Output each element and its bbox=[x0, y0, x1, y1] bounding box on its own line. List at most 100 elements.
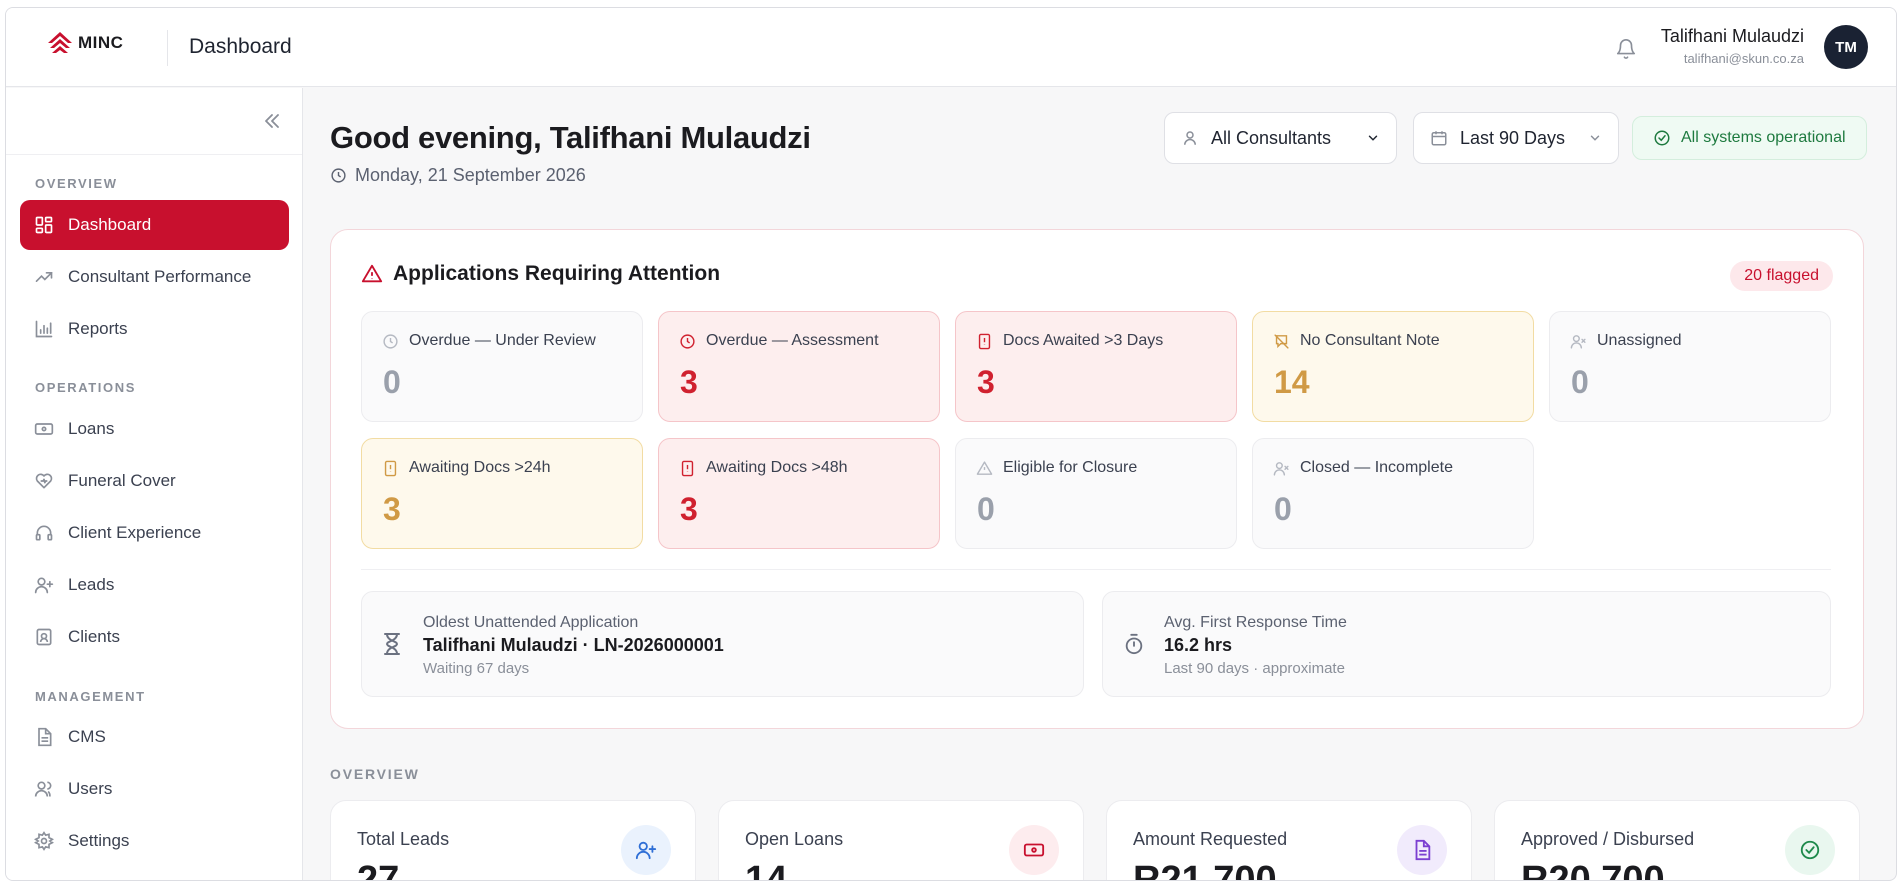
user-menu[interactable]: Talifhani Mulaudzi talifhani@skun.co.za bbox=[1661, 26, 1804, 66]
tile-label-text: Unassigned bbox=[1597, 332, 1682, 349]
file-alert-icon bbox=[681, 460, 694, 476]
stat-value: 14 bbox=[745, 859, 788, 881]
sidebar-item-funeral-cover[interactable]: Funeral Cover bbox=[20, 456, 289, 506]
tile-awaiting-docs-48h[interactable]: Awaiting Docs >48h 3 bbox=[658, 438, 940, 549]
user-x-icon bbox=[1570, 334, 1586, 349]
stat-card-total-leads[interactable]: Total Leads 27 bbox=[330, 800, 696, 881]
stat-card-amount-requested[interactable]: Amount Requested R21 700 bbox=[1106, 800, 1472, 881]
section-label-management: MANAGEMENT bbox=[35, 689, 146, 704]
attention-divider bbox=[361, 569, 1831, 570]
tile-value: 0 bbox=[383, 364, 401, 400]
tile-value: 0 bbox=[1274, 491, 1292, 527]
tile-label: Closed — Incomplete bbox=[1273, 459, 1453, 477]
calendar-icon bbox=[1431, 131, 1447, 146]
check-circle-icon bbox=[1654, 130, 1670, 146]
topbar-divider bbox=[167, 30, 168, 66]
tile-awaiting-docs-24h[interactable]: Awaiting Docs >24h 3 bbox=[361, 438, 643, 549]
response-value: 16.2 hrs bbox=[1164, 635, 1233, 655]
tile-overdue-under-review[interactable]: Overdue — Under Review 0 bbox=[361, 311, 643, 422]
tile-label: Overdue — Under Review bbox=[382, 332, 596, 350]
period-filter-label: Last 90 Days bbox=[1460, 127, 1566, 148]
headset-icon bbox=[35, 525, 53, 541]
sidebar-item-label: Loans bbox=[68, 419, 115, 438]
tile-label-text: Closed — Incomplete bbox=[1300, 459, 1453, 476]
tile-unassigned[interactable]: Unassigned 0 bbox=[1549, 311, 1831, 422]
oldest-unattended-box[interactable]: Oldest Unattended Application Talifhani … bbox=[361, 591, 1084, 697]
oldest-value: Talifhani Mulaudzi · LN-2026000001 bbox=[423, 635, 724, 655]
user-x-icon bbox=[1273, 461, 1289, 476]
file-alert-icon bbox=[384, 460, 397, 476]
tile-label-text: Eligible for Closure bbox=[1003, 459, 1138, 476]
sidebar-item-users[interactable]: Users bbox=[20, 764, 289, 814]
tile-value: 3 bbox=[383, 491, 401, 527]
sidebar-item-cms[interactable]: CMS bbox=[20, 712, 289, 762]
notifications-bell-icon[interactable] bbox=[1611, 34, 1641, 64]
sidebar-item-label: Reports bbox=[68, 319, 128, 338]
user-email: talifhani@skun.co.za bbox=[1683, 51, 1804, 66]
hourglass-icon bbox=[384, 633, 400, 655]
sidebar-item-label: Funeral Cover bbox=[68, 471, 176, 490]
users-icon bbox=[34, 781, 52, 797]
tile-overdue-assessment[interactable]: Overdue — Assessment 3 bbox=[658, 311, 940, 422]
avatar[interactable]: TM bbox=[1824, 25, 1868, 69]
sidebar-item-consultant-performance[interactable]: Consultant Performance bbox=[20, 252, 289, 302]
greeting-heading: Good evening, Talifhani Mulaudzi bbox=[330, 120, 811, 155]
user-icon bbox=[1184, 131, 1196, 145]
first-response-box[interactable]: Avg. First Response Time 16.2 hrs Last 9… bbox=[1102, 591, 1831, 697]
main-content: Good evening, Talifhani Mulaudzi Monday,… bbox=[303, 88, 1896, 880]
consultant-filter-dropdown[interactable]: All Consultants bbox=[1164, 112, 1397, 164]
contact-icon bbox=[36, 628, 52, 646]
stat-label: Approved / Disbursed bbox=[1521, 829, 1695, 849]
attention-panel: Applications Requiring Attention 20 flag… bbox=[330, 229, 1864, 729]
check-circle-icon bbox=[1785, 825, 1835, 875]
stat-card-open-loans[interactable]: Open Loans 14 bbox=[718, 800, 1084, 881]
flagged-count-badge: 20 flagged bbox=[1730, 261, 1833, 291]
document-icon bbox=[1397, 825, 1447, 875]
sidebar-item-label: Consultant Performance bbox=[68, 267, 252, 286]
sidebar-item-label: Settings bbox=[68, 831, 130, 850]
tile-label-text: Awaiting Docs >48h bbox=[706, 459, 848, 476]
sidebar-item-settings[interactable]: Settings bbox=[20, 816, 289, 866]
system-status-text: All systems operational bbox=[1681, 129, 1846, 146]
stat-card-approved-disbursed[interactable]: Approved / Disbursed R20 700 bbox=[1494, 800, 1860, 881]
sidebar-item-loans[interactable]: Loans bbox=[20, 404, 289, 454]
user-plus-icon bbox=[34, 577, 54, 594]
banknote-icon bbox=[34, 423, 54, 435]
sidebar-item-label: Client Experience bbox=[68, 523, 202, 542]
user-plus-icon bbox=[621, 825, 671, 875]
stat-value: 27 bbox=[357, 859, 400, 881]
sidebar-item-label: Users bbox=[68, 779, 113, 798]
tile-label: Docs Awaited >3 Days bbox=[976, 332, 1163, 350]
collapse-sidebar-icon[interactable] bbox=[260, 110, 284, 132]
tile-label-text: Overdue — Under Review bbox=[409, 332, 596, 349]
tile-label: No Consultant Note bbox=[1273, 332, 1440, 350]
tile-eligible-for-closure[interactable]: Eligible for Closure 0 bbox=[955, 438, 1237, 549]
tile-label-text: No Consultant Note bbox=[1300, 332, 1440, 349]
clock-icon bbox=[680, 333, 695, 349]
attention-title: Applications Requiring Attention bbox=[361, 262, 720, 286]
tile-closed-incomplete[interactable]: Closed — Incomplete 0 bbox=[1252, 438, 1534, 549]
tile-docs-awaited-3-days[interactable]: Docs Awaited >3 Days 3 bbox=[955, 311, 1237, 422]
sidebar-item-clients[interactable]: Clients bbox=[20, 612, 289, 662]
tile-value: 0 bbox=[977, 491, 995, 527]
stat-value: R21 700 bbox=[1133, 859, 1277, 881]
tile-value: 3 bbox=[977, 364, 995, 400]
sidebar-item-label: Clients bbox=[68, 627, 120, 646]
heart-icon bbox=[35, 473, 53, 489]
tile-label: Overdue — Assessment bbox=[679, 332, 879, 350]
sidebar-item-client-experience[interactable]: Client Experience bbox=[20, 508, 289, 558]
sidebar-item-dashboard[interactable]: Dashboard bbox=[20, 200, 289, 250]
period-filter-dropdown[interactable]: Last 90 Days bbox=[1413, 112, 1619, 164]
sidebar-item-leads[interactable]: Leads bbox=[20, 560, 289, 610]
sidebar-item-reports[interactable]: Reports bbox=[20, 304, 289, 354]
tile-label-text: Awaiting Docs >24h bbox=[409, 459, 551, 476]
tile-no-consultant-note[interactable]: No Consultant Note 14 bbox=[1252, 311, 1534, 422]
brand-logo[interactable]: MINC bbox=[46, 30, 123, 56]
stat-value: R20 700 bbox=[1521, 859, 1665, 881]
sidebar: OVERVIEW Dashboard Consultant Performanc… bbox=[6, 88, 303, 880]
tile-value: 0 bbox=[1571, 364, 1589, 400]
top-bar: MINC Dashboard Talifhani Mulaudzi talifh… bbox=[6, 8, 1896, 87]
oldest-label: Oldest Unattended Application bbox=[423, 614, 639, 631]
bar-chart-icon bbox=[35, 320, 53, 338]
sidebar-item-label: Leads bbox=[68, 575, 115, 594]
